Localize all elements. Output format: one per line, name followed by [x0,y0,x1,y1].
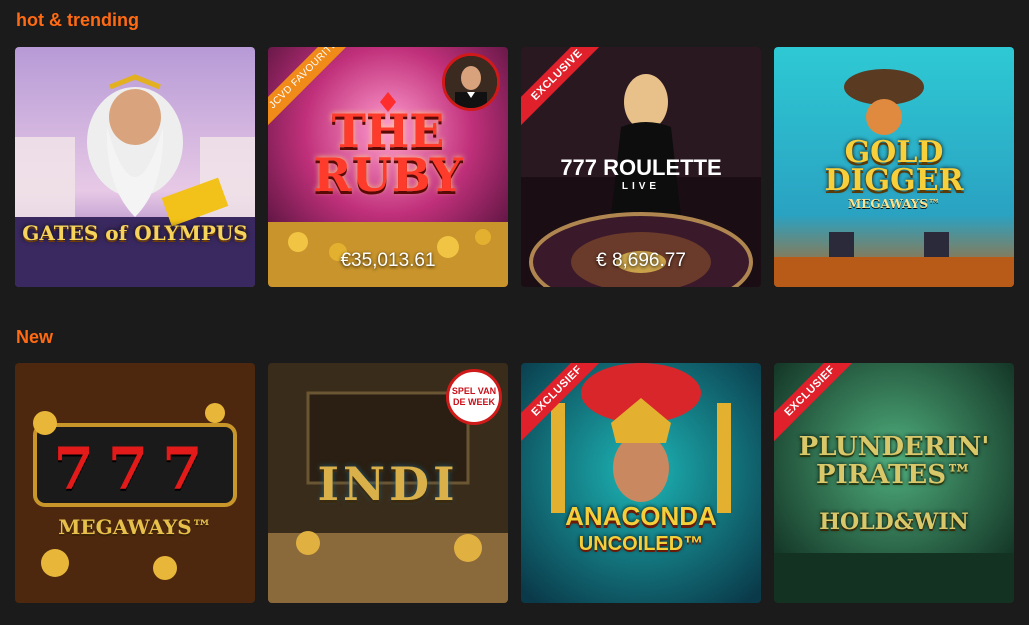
game-tile-indi[interactable]: INDI SPEL VAN DE WEEK [268,363,508,603]
game-tile-gates-of-olympus[interactable]: GATES of OLYMPUS [15,47,255,287]
game-tile-777-megaways[interactable]: 777 MEGAWAYS™ [15,363,255,603]
game-row-hot-trending: GATES of OLYMPUS THE RUBY JCVD FAVOURITE… [15,47,1014,288]
game-tile-777-roulette[interactable]: 777 ROULETTE LIVE EXCLUSIVE € 8,696.77 [521,47,761,287]
game-logo-text: ANACONDA [565,501,717,531]
celebrity-avatar [442,53,500,111]
game-logo-text: GOLD DIGGER [824,135,964,198]
game-of-the-week-badge: SPEL VAN DE WEEK [446,369,502,425]
game-row-new: 777 MEGAWAYS™ INDI SPEL VAN DE WEEK ANAC… [15,363,1014,604]
game-tile-the-ruby[interactable]: THE RUBY JCVD FAVOURITE €35,013.61 [268,47,508,287]
game-logo-text: INDI [317,457,459,511]
game-logo-subtext: HOLD&WIN [819,509,969,535]
game-logo-text: 777 [53,435,217,503]
game-tile-plunderin-pirates[interactable]: PLUNDERIN' PIRATES™ HOLD&WIN EXCLUSIEF [774,363,1014,603]
game-logo-subtext: UNCOILED™ [578,533,704,555]
game-logo-text: 777 ROULETTE [560,155,722,180]
game-logo-subtext: MEGAWAYS™ [847,197,941,211]
section-title-new: New [16,327,54,347]
badge-text: SPEL VAN DE WEEK [451,386,497,407]
game-tile-gold-digger[interactable]: GOLD DIGGER MEGAWAYS™ [774,47,1014,287]
game-tile-anaconda-uncoiled[interactable]: ANACONDA UNCOILED™ EXCLUSIEF [521,363,761,603]
gates-of-olympus-artwork [15,47,255,287]
jackpot-amount: €35,013.61 [340,250,436,271]
jackpot-amount: € 8,696.77 [596,250,686,271]
game-logo-text: GATES of OLYMPUS [22,221,248,245]
game-logo-subtext: LIVE [621,181,661,192]
game-logo-subtext: MEGAWAYS™ [58,515,212,539]
section-title-hot-trending: hot & trending [16,10,139,30]
game-logo-text: PLUNDERIN' PIRATES™ [798,432,990,490]
game-logo-text: THE RUBY [313,104,463,202]
